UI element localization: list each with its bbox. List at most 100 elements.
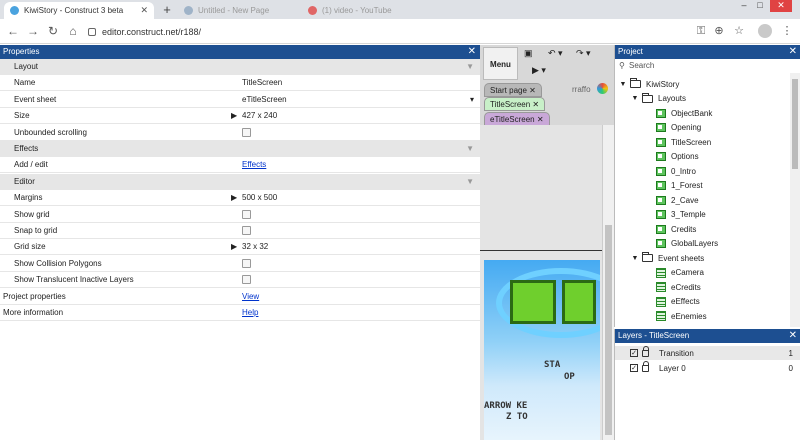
- property-row[interactable]: More information Help: [0, 305, 480, 321]
- install-icon[interactable]: ⊕: [712, 24, 726, 38]
- tree-layout-item[interactable]: 3_Temple: [645, 208, 706, 222]
- close-icon[interactable]: ✕: [789, 45, 797, 59]
- property-row[interactable]: Grid size ▶ 32 x 32: [0, 239, 480, 256]
- close-icon[interactable]: ✕: [789, 329, 797, 343]
- close-tab-icon[interactable]: ✕: [140, 5, 148, 16]
- expand-arrow-icon[interactable]: ▶: [231, 242, 237, 251]
- tree-layout-item[interactable]: ObjectBank: [645, 106, 712, 120]
- close-icon[interactable]: ✕: [468, 45, 476, 59]
- property-row[interactable]: Size ▶ 427 x 240: [0, 108, 480, 125]
- layer-visible-checkbox[interactable]: ✓: [630, 364, 638, 372]
- tree-folder[interactable]: ▼ KiwiStory: [619, 77, 679, 91]
- property-row[interactable]: Snap to grid: [0, 223, 480, 239]
- user-avatar-icon[interactable]: [597, 83, 608, 94]
- tree-eventsheet-item[interactable]: eCredits: [645, 280, 701, 294]
- vertical-scrollbar[interactable]: [602, 125, 614, 440]
- tab-label: eTitleScreen: [490, 115, 535, 124]
- browser-tab-active[interactable]: KiwiStory - Construct 3 beta ✕: [4, 2, 154, 19]
- collapse-arrow-icon[interactable]: ▼: [466, 144, 474, 153]
- property-value-field[interactable]: TitleScreen: [242, 78, 282, 87]
- tree-toggle-icon[interactable]: ▼: [631, 255, 639, 262]
- main-menu-button[interactable]: Menu: [483, 47, 518, 80]
- search-input[interactable]: ⚲ Search: [617, 61, 797, 73]
- url-field[interactable]: editor.construct.net/r188/: [88, 23, 688, 40]
- tree-layout-item[interactable]: Credits: [645, 222, 696, 236]
- property-row[interactable]: Show Collision Polygons: [0, 256, 480, 272]
- scroll-thumb[interactable]: [792, 79, 798, 169]
- avatar[interactable]: [758, 24, 772, 38]
- property-row[interactable]: Add / edit Effects: [0, 157, 480, 174]
- tree-layout-item[interactable]: Opening: [645, 121, 701, 135]
- browser-tab-inactive[interactable]: (1) video - YouTube: [302, 2, 422, 19]
- scroll-thumb[interactable]: [605, 225, 612, 435]
- browser-tab-inactive[interactable]: Untitled - New Page: [178, 2, 298, 19]
- tree-toggle-icon[interactable]: ▼: [631, 95, 639, 102]
- tree-layout-item[interactable]: 0_Intro: [645, 164, 696, 178]
- reload-icon[interactable]: ↻: [46, 24, 60, 38]
- play-icon[interactable]: ▶ ▾: [532, 65, 546, 76]
- layer-row[interactable]: ✓ Transition 1: [615, 345, 800, 360]
- property-link[interactable]: Effects: [242, 160, 266, 169]
- redo-icon[interactable]: ↷ ▾: [576, 48, 591, 59]
- project-scrollbar[interactable]: [790, 73, 800, 327]
- home-icon[interactable]: ⌂: [66, 24, 80, 38]
- property-value-field[interactable]: 32 x 32: [242, 242, 268, 251]
- tree-eventsheet-item[interactable]: eCamera: [645, 266, 704, 280]
- tree-layout-item[interactable]: 1_Forest: [645, 179, 703, 193]
- more-menu-icon[interactable]: ⋮: [780, 24, 794, 38]
- property-row[interactable]: Project properties View: [0, 289, 480, 305]
- lock-icon[interactable]: [642, 345, 649, 357]
- expand-arrow-icon[interactable]: ▶: [231, 111, 237, 120]
- dropdown-arrow-icon[interactable]: ▾: [470, 95, 474, 104]
- tree-toggle-icon[interactable]: ▼: [619, 81, 627, 88]
- layer-row[interactable]: ✓ Layer 0 0: [615, 360, 800, 375]
- property-row[interactable]: Event sheet eTitleScreen ▾: [0, 92, 480, 108]
- collapse-arrow-icon[interactable]: ▼: [466, 62, 474, 71]
- close-icon[interactable]: ✕: [532, 100, 539, 109]
- key-icon[interactable]: ⚿: [694, 24, 708, 38]
- expand-arrow-icon[interactable]: ▶: [231, 193, 237, 202]
- forward-arrow-icon[interactable]: →: [26, 24, 40, 38]
- tab-etitlescreen[interactable]: eTitleScreen ✕: [484, 112, 550, 126]
- property-row[interactable]: Show Translucent Inactive Layers: [0, 272, 480, 289]
- close-window-icon[interactable]: ✕: [770, 0, 792, 12]
- layout-icon: [656, 137, 666, 147]
- close-icon[interactable]: ✕: [529, 86, 536, 95]
- tree-folder[interactable]: ▼ Layouts: [631, 92, 686, 106]
- property-checkbox[interactable]: [242, 275, 251, 285]
- property-link[interactable]: View: [242, 292, 259, 301]
- property-link[interactable]: Help: [242, 308, 258, 317]
- property-checkbox[interactable]: [242, 209, 251, 219]
- property-row[interactable]: Margins ▶ 500 x 500: [0, 190, 480, 207]
- property-row[interactable]: Show grid: [0, 207, 480, 223]
- property-checkbox[interactable]: [242, 258, 251, 268]
- bookmark-star-icon[interactable]: ☆: [732, 24, 746, 38]
- undo-icon[interactable]: ↶ ▾: [548, 48, 563, 59]
- property-checkbox[interactable]: [242, 127, 251, 137]
- back-arrow-icon[interactable]: ←: [6, 24, 20, 38]
- tree-layout-item[interactable]: 2_Cave: [645, 193, 699, 207]
- collapse-arrow-icon[interactable]: ▼: [466, 177, 474, 186]
- layer-visible-checkbox[interactable]: ✓: [630, 349, 638, 357]
- new-tab-button[interactable]: +: [160, 3, 174, 17]
- property-checkbox[interactable]: [242, 226, 251, 235]
- tree-eventsheet-item[interactable]: eEffects: [645, 295, 700, 309]
- address-bar: ← → ↻ ⌂ editor.construct.net/r188/ ⚿ ⊕ ☆…: [0, 19, 800, 44]
- save-icon[interactable]: ▣: [524, 48, 533, 59]
- tab-start-page[interactable]: Start page ✕: [484, 83, 542, 97]
- event-sheet-select[interactable]: eTitleScreen: [242, 95, 287, 104]
- tree-layout-item[interactable]: GlobalLayers: [645, 237, 718, 251]
- lock-icon[interactable]: [642, 360, 649, 372]
- property-row[interactable]: Unbounded scrolling: [0, 125, 480, 141]
- tree-folder[interactable]: ▼ Event sheets: [631, 251, 704, 265]
- property-value-field[interactable]: 500 x 500: [242, 193, 277, 202]
- property-value-field[interactable]: 427 x 240: [242, 111, 277, 120]
- tree-layout-item[interactable]: Options: [645, 150, 699, 164]
- tab-titlescreen[interactable]: TitleScreen ✕: [484, 97, 546, 111]
- property-row[interactable]: Name TitleScreen: [0, 75, 480, 92]
- tree-eventsheet-item[interactable]: eEnemies: [645, 309, 707, 323]
- tree-layout-item[interactable]: TitleScreen: [645, 135, 711, 149]
- close-icon[interactable]: ✕: [537, 115, 544, 124]
- maximize-icon[interactable]: □: [752, 0, 768, 12]
- minimize-icon[interactable]: –: [736, 0, 752, 12]
